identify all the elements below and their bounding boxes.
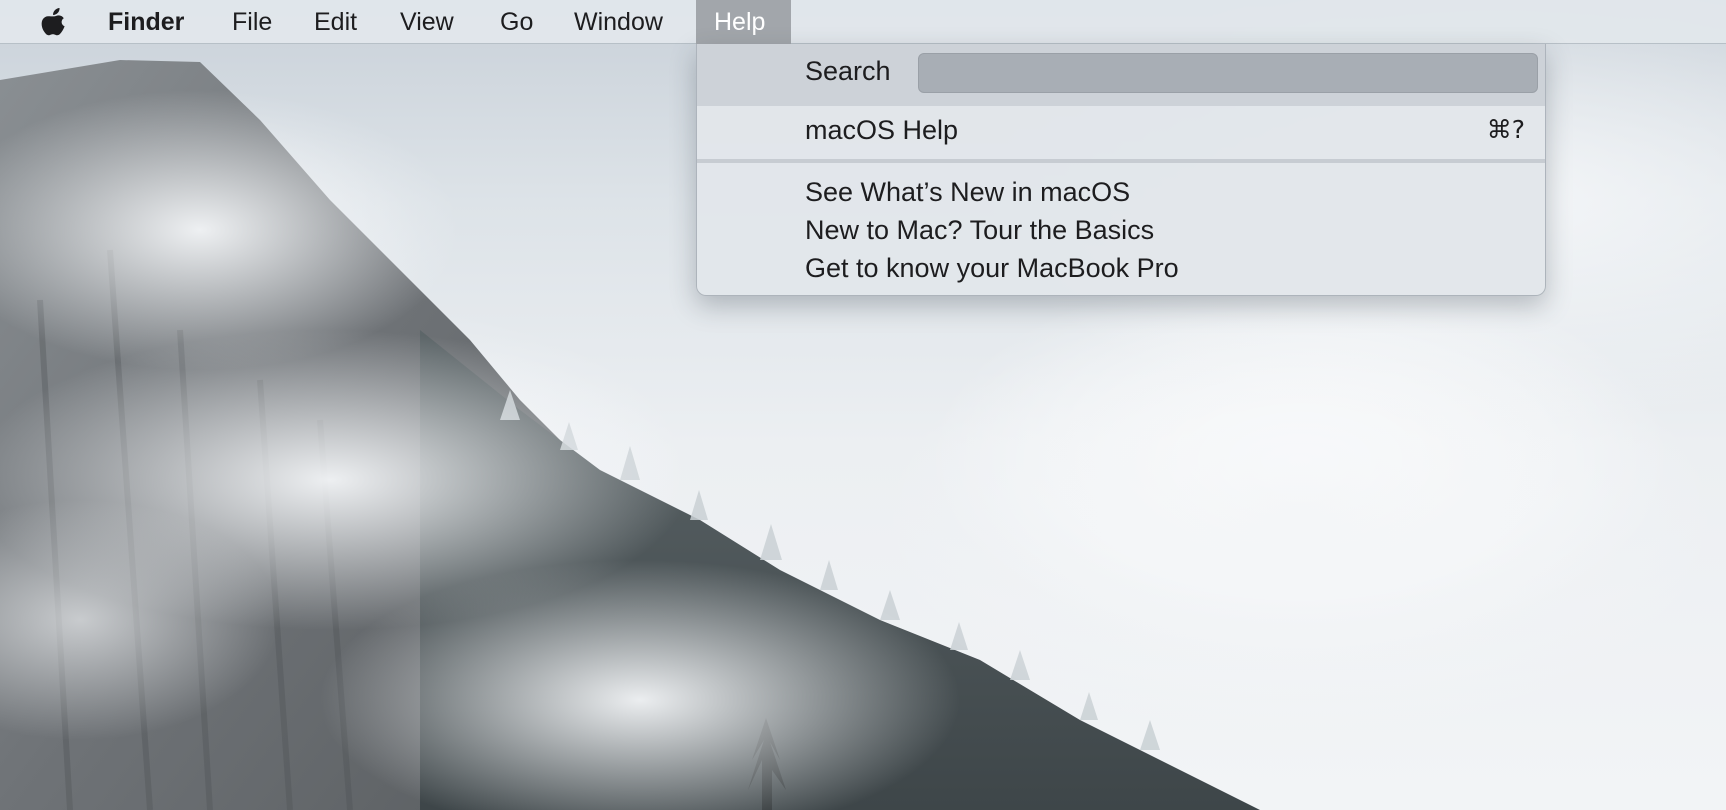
help-dropdown-menu: Search macOS Help ⌘? See What’s New in m… — [696, 44, 1546, 296]
menu-window[interactable]: Window — [574, 0, 663, 44]
menu-item-label: Get to know your MacBook Pro — [805, 253, 1179, 283]
apple-menu[interactable] — [40, 0, 72, 44]
menu-help[interactable]: Help — [696, 0, 791, 44]
menu-separator — [697, 159, 1545, 163]
help-search-row: Search — [697, 44, 1545, 106]
menu-edit[interactable]: Edit — [314, 0, 357, 44]
help-search-input[interactable] — [918, 53, 1538, 93]
menu-item-tour-basics[interactable]: New to Mac? Tour the Basics — [697, 211, 1545, 249]
menu-bar: Finder File Edit View Go Window Help — [0, 0, 1726, 44]
menu-finder[interactable]: Finder — [108, 0, 184, 44]
menu-item-whats-new[interactable]: See What’s New in macOS — [697, 173, 1545, 211]
menu-view[interactable]: View — [400, 0, 454, 44]
menu-go[interactable]: Go — [500, 0, 533, 44]
keyboard-shortcut: ⌘? — [1486, 115, 1525, 144]
menu-item-label: macOS Help — [805, 115, 959, 145]
menu-item-label: See What’s New in macOS — [805, 177, 1131, 207]
menu-file[interactable]: File — [232, 0, 272, 44]
menu-item-label: New to Mac? Tour the Basics — [805, 215, 1155, 245]
menu-item-know-macbook[interactable]: Get to know your MacBook Pro — [697, 249, 1545, 287]
menu-item-macos-help[interactable]: macOS Help ⌘? — [697, 111, 1545, 149]
search-label: Search — [805, 56, 891, 86]
